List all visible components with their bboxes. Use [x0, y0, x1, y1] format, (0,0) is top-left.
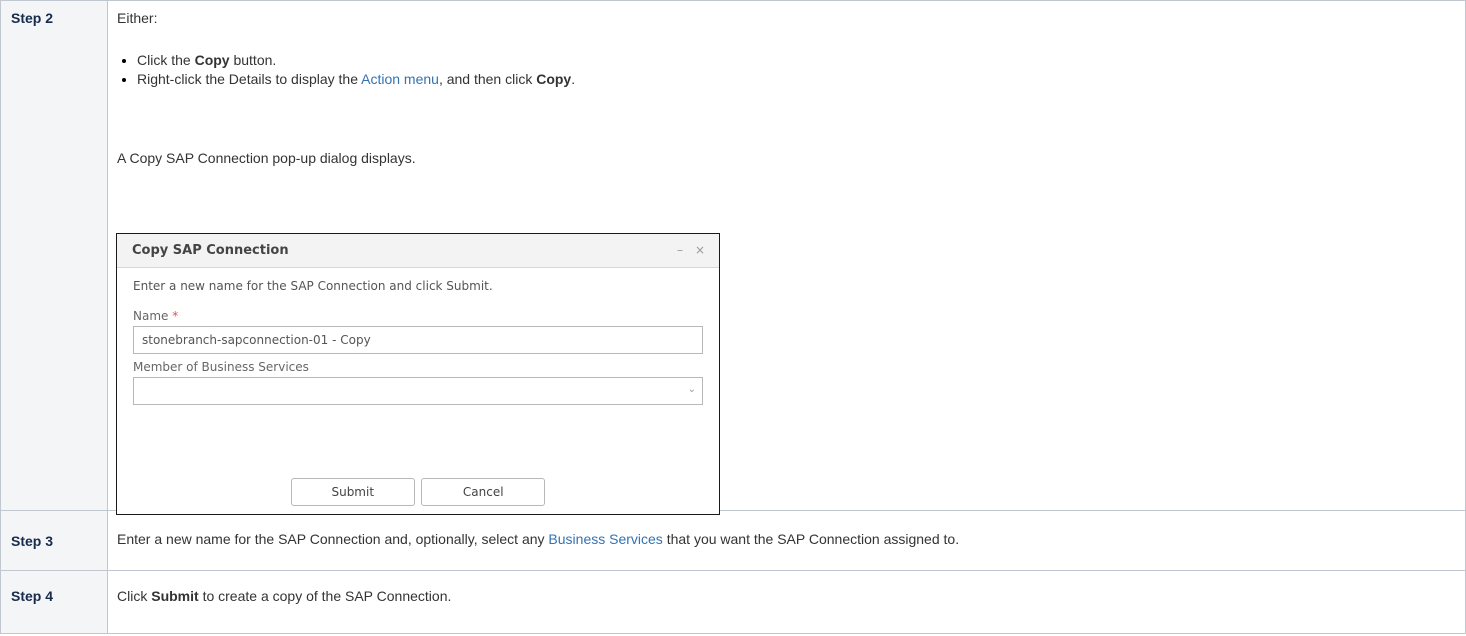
dialog-body: Enter a new name for the SAP Connection … — [133, 279, 703, 405]
dialog-buttons: Submit Cancel — [117, 478, 719, 506]
step-label-cell: Step 2 — [0, 0, 108, 511]
text: Click the — [137, 52, 195, 68]
name-input[interactable]: stonebranch-sapconnection-01 - Copy — [133, 326, 703, 354]
bold-text: Submit — [151, 588, 199, 604]
dialog-title: Copy SAP Connection — [132, 243, 289, 258]
list-item: Right-click the Details to display the A… — [137, 70, 1465, 88]
label-text: Name — [133, 309, 169, 323]
required-mark: * — [172, 309, 179, 323]
step-label: Step 4 — [11, 588, 54, 604]
submit-button[interactable]: Submit — [290, 478, 415, 506]
text: Right-click the Details to display the — [137, 71, 362, 87]
text: . — [571, 71, 576, 87]
step-text: Enter a new name for the SAP Connection … — [108, 511, 1465, 547]
bold-text: Copy — [536, 71, 572, 87]
text: button. — [229, 52, 277, 68]
dialog-message: Enter a new name for the SAP Connection … — [133, 279, 493, 293]
step-label: Step 3 — [11, 533, 54, 549]
name-field-label: Name * — [133, 309, 703, 323]
text: to create a copy of the SAP Connection. — [198, 588, 452, 604]
dialog-intro-text: A Copy SAP Connection pop-up dialog disp… — [117, 150, 416, 166]
step-row: Step 4 Click Submit to create a copy of … — [0, 570, 1466, 634]
step-intro-text: Either: — [117, 10, 158, 26]
business-services-label: Member of Business Services — [133, 360, 309, 374]
chevron-down-icon: ⌄ — [687, 384, 696, 395]
business-services-link[interactable]: Business Services — [548, 531, 662, 547]
step-content-cell: Enter a new name for the SAP Connection … — [107, 510, 1466, 571]
step-label-cell: Step 4 — [0, 570, 108, 634]
minimize-icon[interactable]: – — [677, 243, 683, 257]
text: , and then click — [438, 71, 537, 87]
bold-text: Copy — [194, 52, 230, 68]
step-text: Click Submit to create a copy of the SAP… — [108, 571, 1465, 604]
close-icon[interactable]: × — [695, 243, 705, 257]
dialog-header: Copy SAP Connection – × — [117, 234, 719, 268]
step-content-cell: Click Submit to create a copy of the SAP… — [107, 570, 1466, 634]
list-item: Click the Copy button. — [137, 51, 1465, 69]
copy-sap-connection-dialog: Copy SAP Connection – × Enter a new name… — [116, 233, 720, 515]
text: Enter a new name for the SAP Connection … — [117, 531, 549, 547]
step-label-cell: Step 3 — [0, 510, 108, 571]
business-services-select[interactable]: ⌄ — [133, 377, 703, 405]
text: Click — [117, 588, 152, 604]
text: that you want the SAP Connection assigne… — [662, 531, 960, 547]
cancel-button[interactable]: Cancel — [421, 478, 546, 506]
step-row: Step 3 Enter a new name for the SAP Conn… — [0, 510, 1466, 571]
step-label: Step 2 — [11, 10, 54, 26]
bullet-list: Click the Copy button. Right-click the D… — [117, 51, 1465, 88]
action-menu-link[interactable]: Action menu — [361, 71, 439, 87]
